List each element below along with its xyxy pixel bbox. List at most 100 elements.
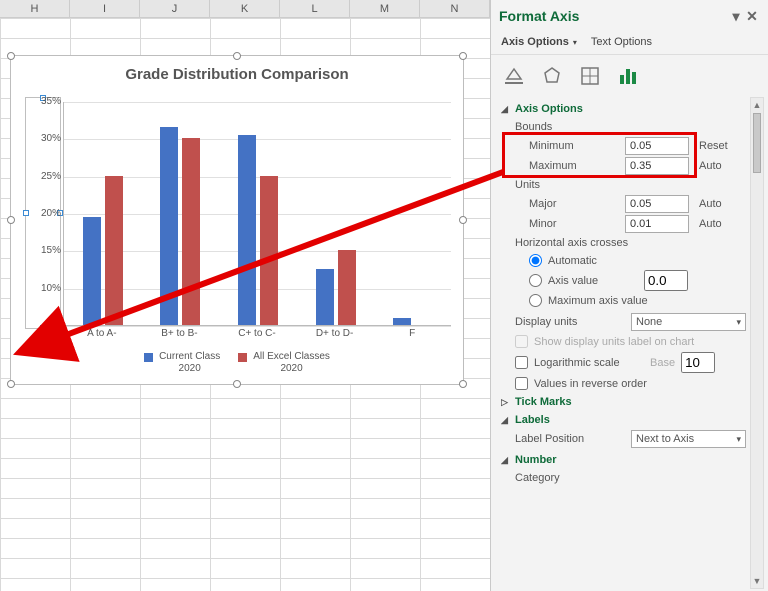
units-label: Units	[501, 177, 746, 193]
label-position-dropdown[interactable]: Next to Axis ▾	[631, 430, 746, 448]
label-position-label: Label Position	[515, 433, 625, 445]
bar-series1-cat2[interactable]	[260, 176, 278, 325]
legend-item-0[interactable]: Current Class2020	[144, 351, 220, 374]
minimum-label: Minimum	[529, 140, 619, 152]
radio-max-axis-value[interactable]: Maximum axis value	[529, 294, 746, 307]
collapse-icon: ◢	[501, 455, 511, 466]
bar-series1-cat3[interactable]	[338, 250, 356, 325]
column-header-N[interactable]: N	[420, 0, 490, 17]
section-labels[interactable]: ◢ Labels	[501, 414, 746, 426]
expand-icon: ▷	[501, 397, 511, 408]
radio-max-axis-value-input[interactable]	[529, 294, 542, 307]
resize-handle-tl[interactable]	[7, 52, 15, 60]
pane-header: Format Axis ▾ ✕	[491, 0, 768, 32]
pane-title: Format Axis	[499, 8, 728, 24]
hcross-label: Horizontal axis crosses	[501, 235, 746, 251]
radio-automatic-input[interactable]	[529, 254, 542, 267]
size-props-icon[interactable]	[579, 65, 601, 87]
chart-object[interactable]: Grade Distribution Comparison Current Cl…	[10, 55, 464, 385]
category-label: F	[373, 328, 451, 339]
minimum-reset-button[interactable]: Reset	[695, 140, 732, 152]
scroll-thumb[interactable]	[753, 113, 761, 173]
pane-scrollbar[interactable]: ▲ ▼	[750, 97, 764, 589]
y-tick: 25%	[33, 171, 61, 182]
bar-series0-cat1[interactable]	[160, 127, 178, 325]
fill-line-icon[interactable]	[503, 65, 525, 87]
effects-icon[interactable]	[541, 65, 563, 87]
bar-series1-cat0[interactable]	[105, 176, 123, 325]
major-input[interactable]	[625, 195, 689, 213]
category-label: Category	[501, 470, 746, 486]
radio-axis-value[interactable]: Axis value	[529, 270, 746, 291]
row-major-unit: Major Auto	[529, 195, 746, 213]
pane-scroll: ◢ Axis Options Bounds Minimum Reset Maxi…	[501, 97, 746, 591]
legend-swatch-0	[144, 353, 153, 362]
minor-auto-button[interactable]: Auto	[695, 218, 726, 230]
subtab-text-options[interactable]: Text Options	[591, 36, 652, 48]
resize-handle-tm[interactable]	[233, 52, 241, 60]
collapse-icon: ◢	[501, 415, 511, 426]
section-tick-marks[interactable]: ▷ Tick Marks	[501, 396, 746, 408]
spreadsheet-grid[interactable]: HIJKLMN Grade Distribution Comparison Cu…	[0, 0, 490, 591]
column-header-I[interactable]: I	[70, 0, 140, 17]
category-label: B+ to B-	[141, 328, 219, 339]
radio-axis-value-input[interactable]	[529, 274, 542, 287]
axis-options-icon[interactable]	[617, 65, 639, 87]
display-units-label: Display units	[515, 316, 625, 328]
chevron-down-icon: ▾	[736, 434, 741, 445]
major-label: Major	[529, 198, 619, 210]
column-header-K[interactable]: K	[210, 0, 280, 17]
column-header-H[interactable]: H	[0, 0, 70, 17]
chart-legend[interactable]: Current Class2020 All Excel Classes2020	[11, 351, 463, 374]
column-header-M[interactable]: M	[350, 0, 420, 17]
radio-automatic[interactable]: Automatic	[529, 254, 746, 267]
section-axis-options[interactable]: ◢ Axis Options	[501, 103, 746, 115]
resize-handle-bm[interactable]	[233, 380, 241, 388]
y-tick: 35%	[33, 96, 61, 107]
minimum-input[interactable]	[625, 137, 689, 155]
chk-reverse-values[interactable]: Values in reverse order	[515, 377, 746, 390]
minor-label: Minor	[529, 218, 619, 230]
subtab-axis-options[interactable]: Axis Options ▾	[501, 36, 577, 48]
chart-title[interactable]: Grade Distribution Comparison	[11, 66, 463, 83]
collapse-icon: ◢	[501, 104, 511, 115]
resize-handle-rm[interactable]	[459, 216, 467, 224]
bar-series0-cat4[interactable]	[393, 318, 411, 325]
resize-handle-bl[interactable]	[7, 380, 15, 388]
chevron-down-icon: ▾	[736, 317, 741, 328]
major-auto-button[interactable]: Auto	[695, 198, 726, 210]
legend-text-0: Current Class2020	[159, 351, 220, 374]
category-label: C+ to C-	[218, 328, 296, 339]
resize-handle-lm[interactable]	[7, 216, 15, 224]
row-minor-unit: Minor Auto	[529, 215, 746, 233]
display-units-dropdown[interactable]: None ▾	[631, 313, 746, 331]
legend-item-1[interactable]: All Excel Classes2020	[238, 351, 330, 374]
resize-handle-br[interactable]	[459, 380, 467, 388]
minor-input[interactable]	[625, 215, 689, 233]
section-number[interactable]: ◢ Number	[501, 454, 746, 466]
maximum-label: Maximum	[529, 160, 619, 172]
plot-area[interactable]	[63, 102, 451, 326]
maximum-input[interactable]	[625, 157, 689, 175]
pane-menu-dropdown-icon[interactable]: ▾	[728, 8, 744, 24]
column-headers: HIJKLMN	[0, 0, 490, 18]
column-header-L[interactable]: L	[280, 0, 350, 17]
subtab-axis-options-label: Axis Options	[501, 36, 569, 48]
bounds-label: Bounds	[501, 119, 746, 135]
scroll-up-icon[interactable]: ▲	[751, 98, 763, 112]
category-label: D+ to D-	[296, 328, 374, 339]
resize-handle-tr[interactable]	[459, 52, 467, 60]
maximum-auto-button[interactable]: Auto	[695, 160, 726, 172]
bar-series1-cat1[interactable]	[182, 138, 200, 325]
chk-show-units-label: Show display units label on chart	[515, 335, 746, 348]
column-header-J[interactable]: J	[140, 0, 210, 17]
chk-log-scale[interactable]: Logarithmic scale Base	[515, 352, 746, 373]
bar-series0-cat0[interactable]	[83, 217, 101, 325]
row-display-units: Display units None ▾	[515, 313, 746, 331]
axis-value-input	[644, 270, 688, 291]
bar-series0-cat2[interactable]	[238, 135, 256, 325]
bar-series0-cat3[interactable]	[316, 269, 334, 325]
pane-close-icon[interactable]: ✕	[744, 8, 760, 24]
scroll-down-icon[interactable]: ▼	[751, 574, 763, 588]
subtab-text-options-label: Text Options	[591, 36, 652, 48]
